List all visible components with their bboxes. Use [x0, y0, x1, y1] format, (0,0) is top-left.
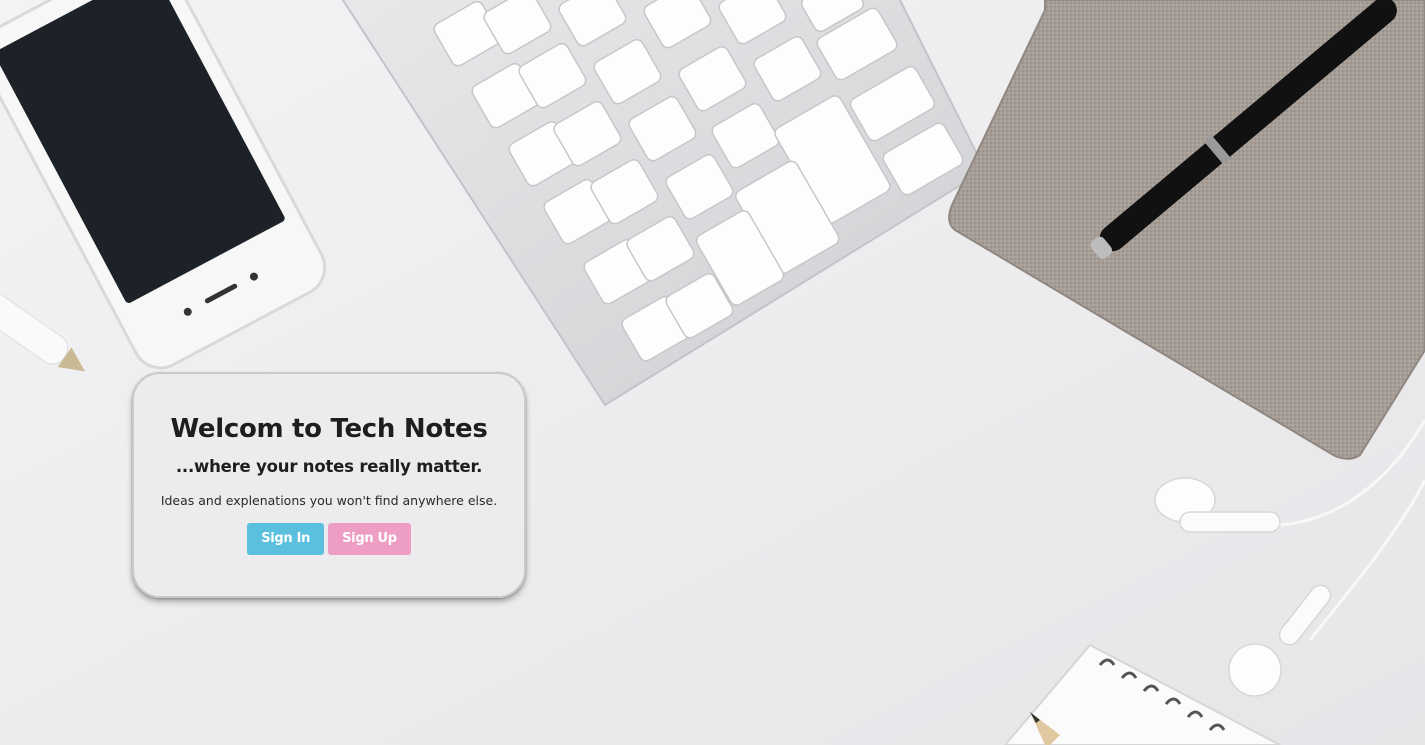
- welcome-card: Welcom to Tech Notes ...where your notes…: [132, 372, 526, 598]
- page-title: Welcom to Tech Notes: [170, 414, 488, 444]
- sign-in-button[interactable]: Sign In: [247, 523, 325, 555]
- page-description: Ideas and explenations you won't find an…: [160, 493, 498, 508]
- auth-button-group: Sign In Sign Up: [134, 523, 524, 555]
- page-subtitle: ...where your notes really matter.: [175, 457, 483, 476]
- sign-up-button[interactable]: Sign Up: [328, 523, 411, 555]
